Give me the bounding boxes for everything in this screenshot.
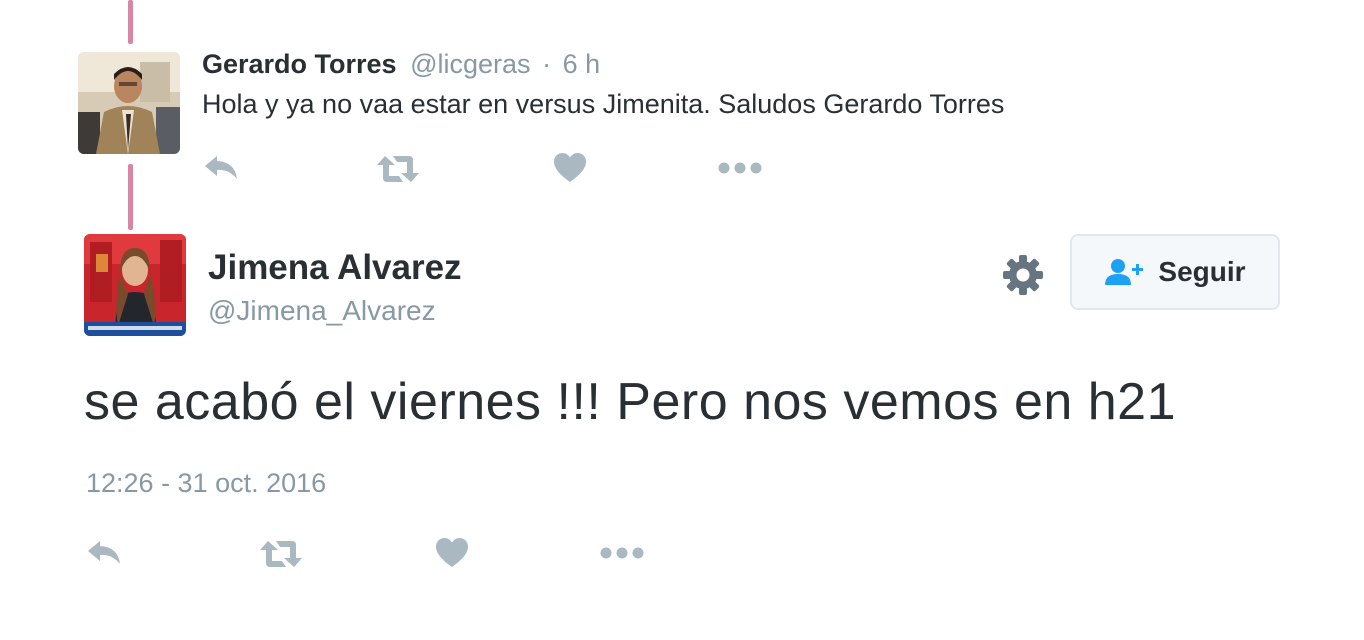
heart-icon	[554, 153, 586, 182]
reply-icon	[88, 541, 120, 564]
reply-author-name[interactable]: Gerardo Torres	[202, 49, 397, 79]
reply-retweet-button[interactable]	[375, 154, 421, 184]
tweet-text: se acabó el viernes !!! Pero nos vemos e…	[84, 373, 1177, 431]
more-icon	[718, 162, 762, 174]
reply-author-handle[interactable]: @licgeras	[410, 49, 530, 79]
gear-icon	[1003, 255, 1043, 295]
reply-header: Gerardo Torres @licgeras · 6 h	[202, 49, 600, 80]
reply-avatar[interactable]	[78, 52, 180, 154]
reply-like-button[interactable]	[553, 152, 587, 184]
more-icon	[600, 547, 644, 559]
settings-button[interactable]	[1001, 253, 1045, 302]
author-avatar[interactable]	[84, 234, 186, 336]
tweet-retweet-button[interactable]	[258, 539, 304, 569]
author-name[interactable]: Jimena Alvarez	[208, 248, 462, 288]
reply-text: Hola y ya no vaa estar en versus Jimenit…	[202, 89, 1005, 119]
reply-icon	[205, 156, 237, 179]
author-handle[interactable]: @Jimena_Alvarez	[208, 295, 436, 327]
heart-icon	[436, 538, 468, 567]
reply-reply-button[interactable]	[203, 152, 241, 182]
retweet-icon	[377, 156, 419, 182]
reply-more-button[interactable]	[718, 160, 762, 176]
follow-user-icon	[1105, 259, 1144, 285]
thread-connector-top	[128, 0, 133, 44]
thread-connector-middle	[128, 164, 133, 230]
tweet-like-button[interactable]	[435, 537, 469, 569]
tweet-timestamp[interactable]: 12:26 - 31 oct. 2016	[86, 468, 326, 499]
tweet-more-button[interactable]	[600, 545, 644, 561]
tweet-page: Gerardo Torres @licgeras · 6 h Hola y ya…	[0, 0, 1364, 640]
tweet-reply-button[interactable]	[86, 537, 124, 567]
reply-separator: ·	[542, 49, 552, 79]
follow-button-label: Seguir	[1158, 256, 1246, 287]
retweet-icon	[260, 541, 302, 567]
reply-timestamp[interactable]: 6 h	[563, 49, 601, 79]
follow-button[interactable]: Seguir	[1070, 234, 1280, 310]
